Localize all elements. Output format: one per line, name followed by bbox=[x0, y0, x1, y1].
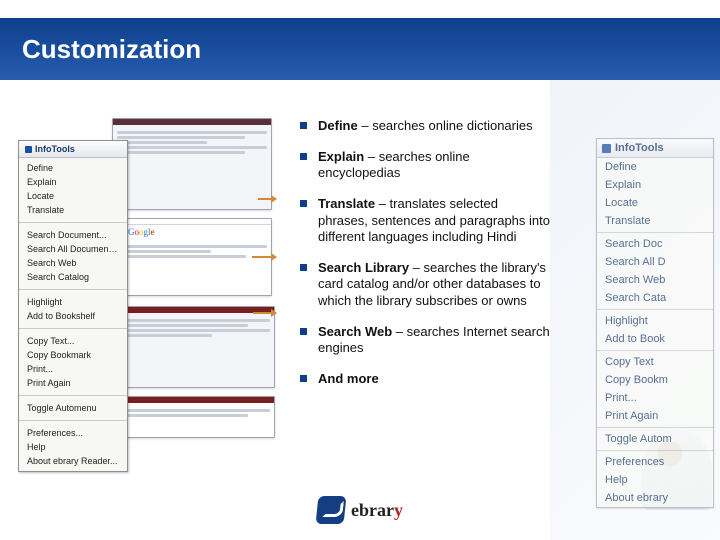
bullet-desc: – searches online dictionaries bbox=[358, 118, 533, 133]
menu-item[interactable]: Explain bbox=[19, 175, 127, 189]
menu-item[interactable]: Add to Book bbox=[597, 330, 713, 348]
infotools-header-label: InfoTools bbox=[35, 144, 75, 154]
menu-item[interactable]: About ebrary bbox=[597, 489, 713, 507]
menu-item[interactable]: Locate bbox=[597, 194, 713, 212]
arrow-icon bbox=[253, 312, 276, 314]
bullet-term: Search Web bbox=[318, 324, 392, 339]
menu-item[interactable]: Copy Text... bbox=[19, 334, 127, 348]
menu-item[interactable]: Search Web bbox=[597, 271, 713, 289]
menu-item[interactable]: Highlight bbox=[19, 295, 127, 309]
brand-name: ebrary bbox=[351, 500, 403, 521]
menu-item[interactable]: Copy Bookm bbox=[597, 371, 713, 389]
menu-item[interactable]: Search Cata bbox=[597, 289, 713, 307]
bullet-term: Define bbox=[318, 118, 358, 133]
menu-item[interactable]: Print Again bbox=[19, 376, 127, 390]
screenshot-dictionary bbox=[112, 118, 272, 210]
slide: Customization Google InfoTools Define bbox=[0, 0, 720, 540]
menu-item[interactable]: Print Again bbox=[597, 407, 713, 425]
menu-item[interactable]: Search All D bbox=[597, 253, 713, 271]
menu-item[interactable]: Copy Bookmark bbox=[19, 348, 127, 362]
bullet-item: And more bbox=[300, 371, 550, 388]
menu-item[interactable]: Print... bbox=[19, 362, 127, 376]
menu-item[interactable]: Toggle Automenu bbox=[19, 401, 127, 415]
brand-logo: ebrary bbox=[317, 496, 403, 524]
menu-item[interactable]: Define bbox=[19, 161, 127, 175]
menu-item[interactable]: Print... bbox=[597, 389, 713, 407]
menu-item[interactable]: Preferences bbox=[597, 453, 713, 471]
menu-item[interactable]: Search Document... bbox=[19, 228, 127, 242]
infotools-menu-large: InfoTools Define Explain Locate Translat… bbox=[596, 138, 714, 508]
infotools-header: InfoTools bbox=[19, 141, 127, 158]
menu-item[interactable]: Help bbox=[597, 471, 713, 489]
menu-item[interactable]: About ebrary Reader... bbox=[19, 454, 127, 468]
screenshot-extra bbox=[120, 396, 275, 438]
menu-item[interactable]: Highlight bbox=[597, 312, 713, 330]
bullet-term: Explain bbox=[318, 149, 364, 164]
infotools-icon bbox=[25, 146, 32, 153]
menu-item[interactable]: Translate bbox=[19, 203, 127, 217]
infotools-header-label: InfoTools bbox=[615, 142, 664, 154]
arrow-icon bbox=[258, 198, 276, 200]
menu-item[interactable]: Search Doc bbox=[597, 235, 713, 253]
menu-item[interactable]: Toggle Autom bbox=[597, 430, 713, 448]
menu-item[interactable]: Copy Text bbox=[597, 353, 713, 371]
bullet-item: Define – searches online dictionaries bbox=[300, 118, 550, 135]
arrow-icon bbox=[252, 256, 276, 258]
menu-item[interactable]: Locate bbox=[19, 189, 127, 203]
menu-item[interactable]: Search Web bbox=[19, 256, 127, 270]
screenshot-search-engine: Google bbox=[122, 218, 272, 296]
bullet-item: Search Web – searches Internet search en… bbox=[300, 324, 550, 357]
infotools-header: InfoTools bbox=[597, 139, 713, 158]
menu-item[interactable]: Search Catalog bbox=[19, 270, 127, 284]
brand-glyph-icon bbox=[316, 496, 347, 524]
bullet-term: And more bbox=[318, 371, 379, 386]
menu-item[interactable]: Explain bbox=[597, 176, 713, 194]
menu-item[interactable]: Define bbox=[597, 158, 713, 176]
bullet-term: Search Library bbox=[318, 260, 409, 275]
slide-title: Customization bbox=[0, 34, 201, 65]
bullet-item: Explain – searches online encyclopedias bbox=[300, 149, 550, 182]
bullet-item: Translate – translates selected phrases,… bbox=[300, 196, 550, 246]
bullet-list: Define – searches online dictionaries Ex… bbox=[300, 118, 550, 402]
menu-item[interactable]: Search All Documents... bbox=[19, 242, 127, 256]
bullet-term: Translate bbox=[318, 196, 375, 211]
screenshot-library-catalog bbox=[120, 306, 275, 388]
title-bar: Customization bbox=[0, 18, 720, 80]
infotools-menu-small: InfoTools Define Explain Locate Translat… bbox=[18, 140, 128, 472]
menu-item[interactable]: Add to Bookshelf bbox=[19, 309, 127, 323]
menu-item[interactable]: Translate bbox=[597, 212, 713, 230]
menu-item[interactable]: Preferences... bbox=[19, 426, 127, 440]
menu-item[interactable]: Help bbox=[19, 440, 127, 454]
infotools-icon bbox=[602, 144, 611, 153]
bullet-item: Search Library – searches the library's … bbox=[300, 260, 550, 310]
